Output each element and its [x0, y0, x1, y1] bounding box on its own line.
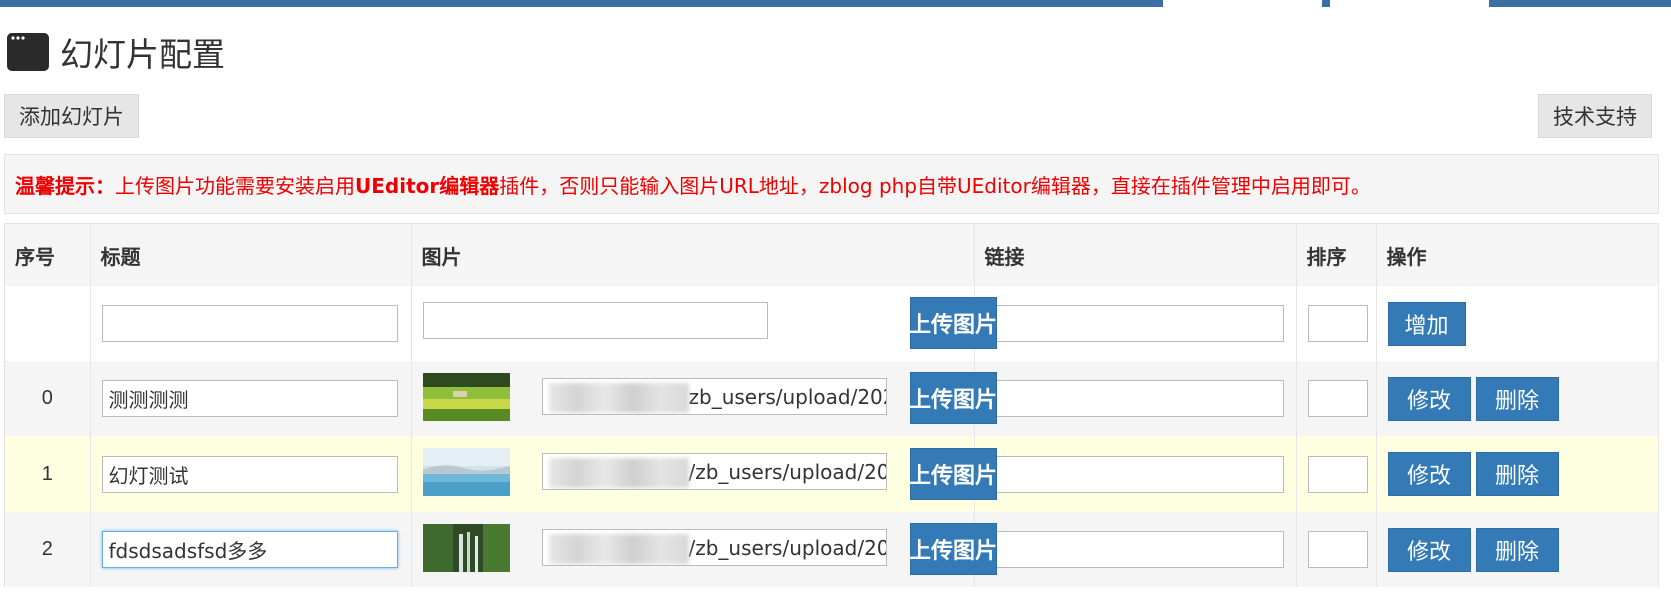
table-header-row: 序号 标题 图片 链接 排序 操作	[5, 224, 1659, 286]
add-button[interactable]: 增加	[1387, 301, 1466, 346]
notice-text-1: 上传图片功能需要安装启用	[115, 173, 355, 198]
delete-button[interactable]: 删除	[1475, 452, 1559, 496]
image-url-input[interactable]: /zb_users/upload/202	[541, 529, 887, 566]
image-url-input[interactable]: /zb_users/upload/202	[541, 453, 887, 490]
page-header: 幻灯片配置	[6, 30, 225, 74]
link-input[interactable]	[985, 531, 1284, 568]
page-title: 幻灯片配置	[60, 35, 225, 74]
header-actions: 操作	[1376, 224, 1659, 286]
table-row: 0 zb_users/upload/202 上传图片 修改删除	[5, 361, 1659, 436]
title-input[interactable]	[101, 380, 398, 417]
upload-image-button[interactable]: 上传图片	[909, 523, 997, 575]
notice-highlight: UEditor编辑器	[355, 173, 500, 198]
link-input[interactable]	[985, 455, 1284, 493]
new-slide-row: 上传图片 增加	[5, 286, 1659, 361]
delete-button[interactable]: 删除	[1475, 527, 1559, 572]
title-input[interactable]	[101, 455, 398, 493]
window-icon	[7, 33, 49, 71]
new-image-url-input[interactable]	[422, 302, 768, 339]
new-sort-input[interactable]	[1307, 305, 1368, 342]
title-input[interactable]	[101, 531, 398, 568]
image-url-input[interactable]: zb_users/upload/202	[541, 378, 887, 415]
header-link: 链接	[974, 224, 1297, 286]
new-title-input[interactable]	[101, 305, 398, 342]
blurred-domain	[548, 457, 689, 488]
lake-thumb	[422, 448, 510, 496]
notice-prefix: 温馨提示：	[15, 173, 115, 198]
sort-input[interactable]	[1307, 455, 1368, 493]
notice-banner: 温馨提示： 上传图片功能需要安装启用 UEditor编辑器 插件，否则只能输入图片UR…	[4, 154, 1659, 214]
new-upload-image-button[interactable]: 上传图片	[909, 297, 997, 349]
sort-input[interactable]	[1307, 380, 1368, 417]
row-index: 1	[5, 436, 91, 512]
table-row: 1 /zb_users/upload/202 上传图片 修改删除	[5, 436, 1659, 512]
edit-button[interactable]: 修改	[1387, 376, 1471, 421]
header-index: 序号	[5, 224, 91, 286]
edit-button[interactable]: 修改	[1387, 527, 1471, 572]
blurred-domain	[548, 533, 689, 564]
header-image: 图片	[411, 224, 975, 286]
edit-button[interactable]: 修改	[1387, 452, 1471, 496]
sort-input[interactable]	[1307, 531, 1368, 568]
table-row: 2 /zb_users/upload/202 上传图片 修改删除	[5, 512, 1659, 587]
row-index: 0	[5, 361, 91, 436]
slides-table: 序号 标题 图片 链接 排序 操作 上传图片 增加 0 测测测测 zb_user…	[4, 223, 1659, 587]
green-field-thumb	[422, 373, 510, 421]
link-input[interactable]	[985, 380, 1284, 417]
top-progress-bar	[0, 0, 1671, 7]
new-index-cell	[5, 286, 91, 361]
waterfall-thumb	[422, 524, 510, 572]
upload-image-button[interactable]: 上传图片	[909, 372, 997, 424]
add-slide-button[interactable]: 添加幻灯片	[4, 94, 139, 138]
header-title: 标题	[90, 224, 412, 286]
delete-button[interactable]: 删除	[1475, 376, 1559, 421]
new-link-input[interactable]	[985, 305, 1284, 342]
header-sort: 排序	[1296, 224, 1377, 286]
notice-text-2: 插件，否则只能输入图片URL地址，zblog php自带UEditor编辑器，直…	[499, 173, 1371, 198]
tech-support-button[interactable]: 技术支持	[1538, 94, 1652, 138]
upload-image-button[interactable]: 上传图片	[909, 448, 997, 500]
row-index: 2	[5, 512, 91, 587]
blurred-domain	[548, 382, 689, 413]
